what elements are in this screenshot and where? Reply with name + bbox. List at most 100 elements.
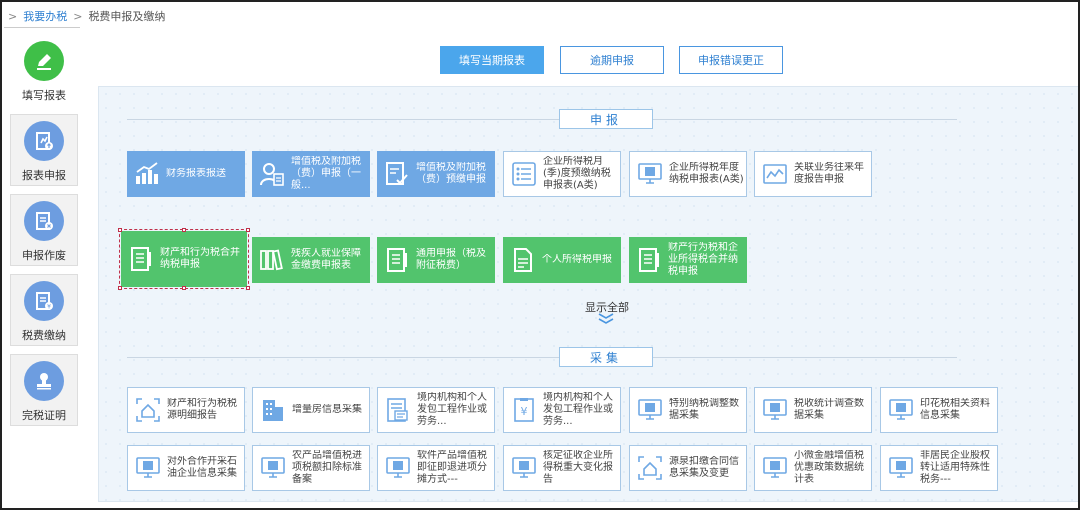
binders-icon [258, 246, 286, 274]
card-label: 软件产品增值税即征即退进项分摊方式--- [417, 450, 487, 485]
card-label: 关联业务往来年度报告申报 [794, 162, 864, 185]
section-divider [127, 357, 957, 358]
card-cit-annual[interactable]: 企业所得税年度纳税申报表(A类) [629, 151, 747, 197]
section-title-collect: 采集 [559, 347, 653, 367]
sidebar-item-tax-certificate[interactable]: 完税证明 [10, 354, 78, 426]
card-property-cit-combined[interactable]: 财产行为税和企业所得税合并纳税申报 [629, 237, 747, 283]
card-domestic-contract-a[interactable]: 境内机构和个人发包工程作业或劳务... [377, 387, 495, 433]
card-label: 源泉扣缴合同信息采集及变更 [669, 456, 739, 479]
card-label: 财务报表报送 [166, 168, 226, 179]
stamp-icon [24, 361, 64, 401]
card-financial-report[interactable]: 财务报表报送 [127, 151, 245, 197]
main-panel: 申报 财务报表报送 增值税及附加税（费）申报（一般... 增值税及附加税（费）预… [98, 86, 1078, 502]
sidebar-item-label: 申报作废 [22, 249, 66, 262]
sidebar-item-void-declare[interactable]: 申报作废 [10, 194, 78, 266]
card-property-tax-source[interactable]: 财产和行为税税源明细报告 [127, 387, 245, 433]
card-tax-statistics-survey[interactable]: 税收统计调查数据采集 [754, 387, 872, 433]
trend-icon [761, 160, 789, 188]
card-special-tax-adjust[interactable]: 特别纳税调整数据采集 [629, 387, 747, 433]
breadcrumb-link-tax[interactable]: 我要办税 [23, 8, 67, 24]
monitor-icon [761, 396, 789, 424]
card-label: 增值税及附加税（费）申报（一般... [291, 156, 361, 191]
double-chevron-down-icon[interactable] [597, 313, 615, 325]
card-nonresident-equity-transfer[interactable]: 非居民企业股权转让适用特殊性税务--- [880, 445, 998, 491]
person-doc-icon [258, 160, 286, 188]
card-agri-vat-deduction[interactable]: 农产品增值税进项税额扣除标准备案 [252, 445, 370, 491]
card-label: 税收统计调查数据采集 [794, 398, 864, 421]
card-label: 核定征收企业所得税重大变化报告 [543, 450, 613, 485]
card-label: 非居民企业股权转让适用特殊性税务--- [920, 450, 990, 485]
card-label: 财产和行为税合并纳税申报 [160, 247, 240, 270]
card-label: 企业所得税月(季)度预缴纳税申报表(A类) [543, 156, 611, 191]
card-label: 财产和行为税税源明细报告 [167, 398, 237, 421]
app-frame: > 我要办税 > 税费申报及缴纳 填写报表 报表申报 申报作废 ¥ 税费缴纳 完… [0, 0, 1080, 510]
tab-current-report[interactable]: 填写当期报表 [440, 46, 544, 74]
doc-check-icon [383, 160, 411, 188]
card-vat-prepay[interactable]: 增值税及附加税（费）预缴申报 [377, 151, 495, 197]
card-label: 境内机构和个人发包工程作业或劳务... [543, 392, 613, 427]
monitor-icon [259, 454, 287, 482]
breadcrumb: > 我要办税 > 税费申报及缴纳 [8, 7, 165, 25]
selection-handle[interactable] [246, 228, 250, 232]
upload-report-icon [24, 121, 64, 161]
breadcrumb-separator: > [73, 9, 83, 23]
card-label: 通用申报（税及附征税费） [416, 248, 486, 271]
card-label: 企业所得税年度纳税申报表(A类) [669, 162, 744, 185]
breadcrumb-divider [4, 27, 80, 28]
card-label: 境内机构和个人发包工程作业或劳务... [417, 392, 487, 427]
yen-doc-icon: ¥ [510, 396, 538, 424]
list-icon [510, 160, 538, 188]
card-label: 小微金融增值税优惠政策数据统计表 [794, 450, 864, 485]
monitor-icon [510, 454, 538, 482]
card-label: 个人所得税申报 [542, 254, 612, 265]
monitor-icon [384, 454, 412, 482]
monitor-icon [761, 454, 789, 482]
card-label: 对外合作开采石油企业信息采集 [167, 456, 237, 479]
selection-handle[interactable] [182, 286, 186, 290]
building-icon [259, 396, 287, 424]
sidebar-item-tax-payment[interactable]: ¥ 税费缴纳 [10, 274, 78, 346]
card-withholding-contract[interactable]: 源泉扣缴合同信息采集及变更 [629, 445, 747, 491]
card-property-behavior-combined[interactable]: 财产和行为税合并纳税申报 [118, 228, 250, 290]
tab-overdue-declare[interactable]: 逾期申报 [560, 46, 664, 74]
sidebar-item-label: 完税证明 [22, 409, 66, 422]
void-report-icon [24, 201, 64, 241]
card-label: 农产品增值税进项税额扣除标准备案 [292, 450, 362, 485]
document-icon [383, 246, 411, 274]
house-scan-icon [134, 396, 162, 424]
selection-handle[interactable] [246, 286, 250, 290]
card-vat-general[interactable]: 增值税及附加税（费）申报（一般... [252, 151, 370, 197]
card-cit-quarterly[interactable]: 企业所得税月(季)度预缴纳税申报表(A类) [503, 151, 621, 197]
sidebar-item-fill-report[interactable]: 填写报表 [10, 34, 78, 106]
card-general-declare[interactable]: 通用申报（税及附征税费） [377, 237, 495, 283]
card-label: 残疾人就业保障金缴费申报表 [291, 248, 361, 271]
monitor-icon [887, 454, 915, 482]
tab-error-correction[interactable]: 申报错误更正 [679, 46, 783, 74]
monitor-icon [636, 396, 664, 424]
card-software-vat-refund[interactable]: 软件产品增值税即征即退进项分摊方式--- [377, 445, 495, 491]
selection-handle[interactable] [118, 286, 122, 290]
card-domestic-contract-b[interactable]: ¥ 境内机构和个人发包工程作业或劳务... [503, 387, 621, 433]
card-new-housing-info[interactable]: 增量房信息采集 [252, 387, 370, 433]
document-icon [635, 246, 663, 274]
card-offshore-oil-info[interactable]: 对外合作开采石油企业信息采集 [127, 445, 245, 491]
selection-handle[interactable] [182, 228, 186, 232]
house-scan-icon [636, 454, 664, 482]
sidebar-item-label: 税费缴纳 [22, 329, 66, 342]
card-stamp-duty-info[interactable]: 印花税相关资料信息采集 [880, 387, 998, 433]
card-disabled-employment[interactable]: 残疾人就业保障金缴费申报表 [252, 237, 370, 283]
selection-handle[interactable] [118, 228, 122, 232]
svg-text:¥: ¥ [47, 304, 51, 311]
sidebar-item-report-declare[interactable]: 报表申报 [10, 114, 78, 186]
document-icon [127, 245, 155, 273]
card-label: 印花税相关资料信息采集 [920, 398, 990, 421]
card-micro-finance-vat[interactable]: 小微金融增值税优惠政策数据统计表 [754, 445, 872, 491]
monitor-icon [636, 160, 664, 188]
card-related-party[interactable]: 关联业务往来年度报告申报 [754, 151, 872, 197]
card-individual-income-tax[interactable]: 个人所得税申报 [503, 237, 621, 283]
sidebar-item-label: 报表申报 [22, 169, 66, 182]
card-label: 财产行为税和企业所得税合并纳税申报 [668, 242, 738, 277]
monitor-icon [887, 396, 915, 424]
tax-payment-icon: ¥ [24, 281, 64, 321]
card-assessed-cit-change[interactable]: 核定征收企业所得税重大变化报告 [503, 445, 621, 491]
